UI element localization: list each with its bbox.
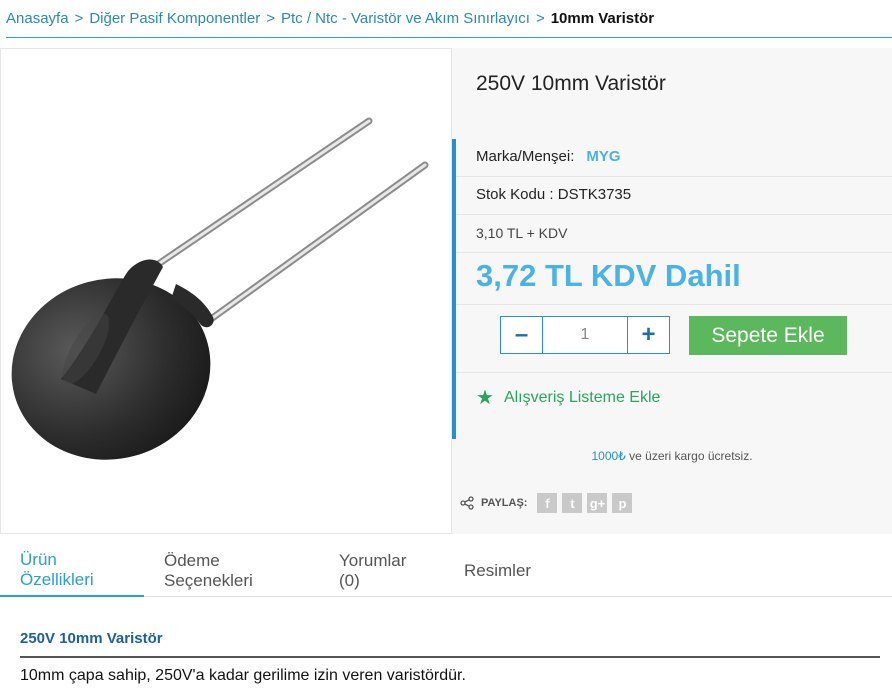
product-info-panel: 250V 10mm Varistör Marka/Menşei: MYG Stok… (452, 48, 892, 534)
divider (456, 304, 892, 305)
varistor-component-image (11, 117, 429, 460)
quantity-increase-button[interactable]: + (627, 317, 669, 353)
share-bar: PAYLAŞ: f t g+ p (460, 493, 637, 513)
wishlist-label: Alışveriş Listeme Ekle (503, 388, 661, 406)
tab-payment-options[interactable]: Ödeme Seçenekleri (144, 544, 319, 597)
free-shipping-text: ve üzeri kargo ücretsiz. (625, 449, 753, 463)
divider (456, 372, 892, 373)
quantity-input[interactable] (543, 317, 627, 353)
add-to-cart-button[interactable]: Sepete Ekle (689, 316, 847, 355)
price-inc-vat: 3,72 TL KDV Dahil (476, 258, 741, 293)
tab-reviews[interactable]: Yorumlar (0) (319, 544, 444, 597)
stock-code-row: Stok Kodu : DSTK3735 (476, 186, 631, 203)
description-text: 10mm çapa sahip, 250V'a kadar gerilime i… (20, 667, 466, 684)
description-divider (20, 656, 880, 658)
quantity-decrease-button[interactable]: – (501, 317, 543, 353)
pinterest-icon[interactable]: p (612, 493, 633, 513)
divider (456, 176, 892, 177)
stock-code-value: DSTK3735 (557, 186, 632, 203)
product-tabs: Ürün Özellikleri Ödeme Seçenekleri Yorum… (0, 544, 892, 597)
share-icon (460, 496, 474, 510)
share-label: PAYLAŞ: (481, 497, 528, 509)
twitter-icon[interactable]: t (562, 493, 583, 513)
brand-row: Marka/Menşei: MYG (476, 148, 621, 165)
accent-bar (452, 139, 456, 439)
star-icon: ★ (476, 387, 494, 409)
breadcrumb-separator: > (266, 10, 275, 27)
breadcrumb: Anasayfa > Diğer Pasif Komponentler > Pt… (6, 0, 892, 38)
breadcrumb-home-link[interactable]: Anasayfa (6, 10, 69, 27)
google-plus-icon[interactable]: g+ (587, 493, 608, 513)
free-shipping-note: 1000₺ ve üzeri kargo ücretsiz. (452, 449, 892, 463)
brand-link[interactable]: MYG (586, 148, 620, 165)
tab-product-features[interactable]: Ürün Özellikleri (0, 544, 144, 597)
product-title: 250V 10mm Varistör (476, 72, 666, 95)
stock-code-label: Stok Kodu : (476, 186, 554, 203)
price-ex-vat: 3,10 TL + KDV (476, 225, 568, 241)
product-image-panel[interactable] (0, 48, 452, 534)
breadcrumb-subcategory-link[interactable]: Ptc / Ntc - Varistör ve Akım Sınırlayıcı (281, 10, 530, 27)
divider (456, 252, 892, 253)
brand-label: Marka/Menşei: (476, 148, 575, 165)
breadcrumb-current: 10mm Varistör (550, 10, 655, 27)
breadcrumb-separator: > (74, 10, 84, 27)
free-shipping-amount: 1000₺ (591, 449, 626, 463)
description-title: 250V 10mm Varistör (20, 630, 163, 647)
breadcrumb-category-link[interactable]: Diğer Pasif Komponentler (89, 10, 260, 27)
breadcrumb-separator: > (535, 10, 545, 27)
add-to-wishlist-link[interactable]: ★ Alışveriş Listeme Ekle (476, 385, 660, 410)
facebook-icon[interactable]: f (537, 493, 558, 513)
divider (456, 214, 892, 215)
quantity-stepper: – + (500, 316, 670, 354)
tab-images[interactable]: Resimler (444, 544, 549, 597)
